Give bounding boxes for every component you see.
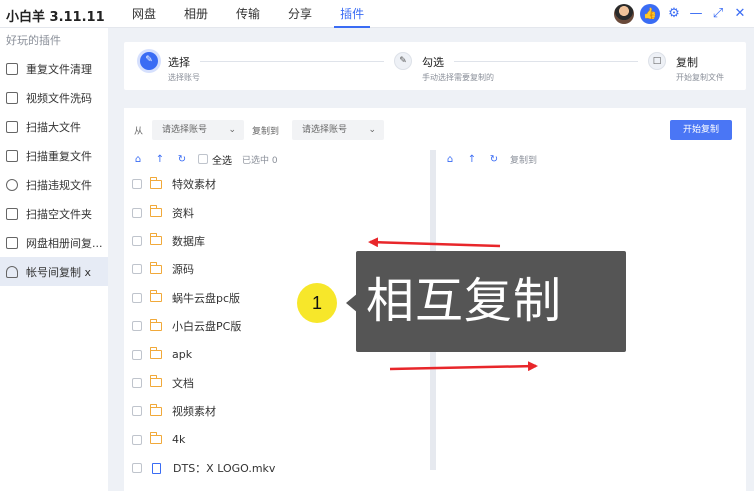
row-checkbox[interactable] [132, 207, 142, 218]
from-label: 从 [134, 127, 144, 137]
nav-tab-share[interactable]: 分享 [274, 0, 326, 28]
list-item[interactable]: 文档 [132, 369, 422, 397]
chevron-down-icon: ⌄ [228, 125, 236, 135]
folder-icon [150, 290, 162, 303]
folder-icon [150, 347, 162, 360]
check-square-icon: ✎ [394, 52, 412, 70]
file-copy-icon [6, 149, 18, 162]
home-icon[interactable]: ⌂ [132, 154, 144, 165]
scan-icon [6, 120, 18, 133]
list-item[interactable]: DTS：X LOGO.mkv [132, 454, 422, 482]
sidebar-item-scan-violation[interactable]: 扫描违规文件 [0, 170, 108, 199]
sidebar-heading: 好玩的插件 [6, 34, 61, 47]
copy-to-label: 复制到 [510, 155, 538, 166]
copy-toolbar: 从 请选择账号 ⌄ 复制到 请选择账号 ⌄ 开始复制 [124, 108, 746, 146]
sidebar-item-account-copy[interactable]: 帐号间复制 x [0, 257, 108, 286]
steps-panel: ✎ 选择 选择账号 ✎ 勾选 手动选择需要复制的 □ 复制 开始复制文件 [124, 42, 746, 90]
folder-icon [150, 233, 162, 246]
folder-icon [150, 375, 162, 388]
main-nav: 网盘 相册 传输 分享 插件 [118, 0, 378, 28]
nav-tab-plugins[interactable]: 插件 [326, 0, 378, 28]
step-3-title: 复制 [676, 56, 698, 69]
plugin-sidebar: 好玩的插件 重复文件清理 视频文件洗码 扫描大文件 扫描重复文件 扫描违规文件 … [0, 28, 108, 491]
video-icon [6, 91, 18, 104]
row-checkbox[interactable] [132, 463, 142, 474]
brackets-icon [6, 236, 18, 249]
folder-icon [150, 261, 162, 274]
thumbs-up-icon[interactable]: 👍 [640, 4, 660, 24]
nav-tab-album[interactable]: 相册 [170, 0, 222, 28]
file-copy-icon [6, 62, 18, 75]
app-title: 小白羊 3.11.11 [6, 10, 105, 25]
row-checkbox[interactable] [132, 406, 142, 417]
home-icon[interactable]: ⌂ [444, 154, 456, 165]
sidebar-item-album-copy[interactable]: 网盘相册间复... [0, 228, 108, 257]
step-3-sub: 开始复制文件 [676, 73, 724, 82]
folder-icon [150, 432, 162, 445]
row-checkbox[interactable] [132, 179, 142, 190]
list-item[interactable]: 视频素材 [132, 397, 422, 425]
to-account-select[interactable]: 请选择账号 ⌄ [292, 120, 384, 140]
chevron-down-icon: ⌄ [368, 125, 376, 135]
list-item[interactable]: 特效素材 [132, 170, 422, 198]
left-pane-header: ⌂ ↑ ↻ 全选 已选中 0 [132, 150, 278, 168]
sidebar-item-video-wash[interactable]: 视频文件洗码 [0, 83, 108, 112]
step-2-sub: 手动选择需要复制的 [422, 73, 494, 82]
annotation-callout: 相互复制 [356, 251, 626, 352]
gear-icon[interactable]: ⚙ [666, 6, 682, 22]
row-checkbox[interactable] [132, 377, 142, 388]
user-avatar[interactable] [614, 4, 634, 24]
sidebar-item-scan-large[interactable]: 扫描大文件 [0, 112, 108, 141]
row-checkbox[interactable] [132, 434, 142, 445]
right-pane-header: ⌂ ↑ ↻ 复制到 [444, 150, 537, 168]
folder-icon [150, 318, 162, 331]
row-checkbox[interactable] [132, 264, 142, 275]
folder-icon [150, 205, 162, 218]
folder-icon [150, 176, 162, 189]
minimize-icon[interactable]: — [688, 6, 704, 22]
row-checkbox[interactable] [132, 321, 142, 332]
folder-scan-icon [6, 207, 18, 220]
select-all-label: 全选 [212, 155, 232, 167]
annotation-number-badge: 1 [297, 283, 337, 323]
folder-icon [150, 403, 162, 416]
selected-count: 已选中 0 [242, 155, 278, 166]
step-line-1 [200, 61, 384, 62]
window-controls: 👍 ⚙ — ⤢ ✕ [614, 3, 748, 25]
from-account-select[interactable]: 请选择账号 ⌄ [152, 120, 244, 140]
sidebar-item-scan-duplicate[interactable]: 扫描重复文件 [0, 141, 108, 170]
select-all-checkbox[interactable] [198, 154, 208, 164]
maximize-icon[interactable]: ⤢ [710, 6, 726, 22]
edit-icon: ✎ [140, 52, 158, 70]
list-item[interactable]: 资料 [132, 198, 422, 226]
step-line-2 [454, 61, 638, 62]
close-icon[interactable]: ✕ [732, 6, 748, 22]
trash-icon: □ [648, 52, 666, 70]
to-label: 复制到 [252, 127, 280, 137]
ban-icon [6, 178, 18, 191]
arrow-up-icon[interactable]: ↑ [154, 154, 166, 165]
sidebar-item-scan-empty-folder[interactable]: 扫描空文件夹 [0, 199, 108, 228]
sidebar-item-duplicate-cleanup[interactable]: 重复文件清理 [0, 54, 108, 83]
step-2-title: 勾选 [422, 56, 444, 69]
row-checkbox[interactable] [132, 349, 142, 360]
refresh-icon[interactable]: ↻ [488, 154, 500, 165]
row-checkbox[interactable] [132, 235, 142, 246]
file-icon [152, 462, 161, 474]
nav-tab-pan[interactable]: 网盘 [118, 0, 170, 28]
refresh-icon[interactable]: ↻ [176, 154, 188, 165]
list-item[interactable]: 4k [132, 426, 422, 454]
row-checkbox[interactable] [132, 292, 142, 303]
start-copy-button[interactable]: 开始复制 [670, 120, 732, 140]
nav-tab-transfer[interactable]: 传输 [222, 0, 274, 28]
arrow-up-icon[interactable]: ↑ [466, 154, 478, 165]
step-1-title: 选择 [168, 56, 190, 69]
user-icon [6, 265, 18, 278]
top-bar: 小白羊 3.11.11 网盘 相册 传输 分享 插件 👍 ⚙ — ⤢ ✕ [0, 0, 754, 28]
step-1-sub: 选择账号 [168, 73, 200, 82]
